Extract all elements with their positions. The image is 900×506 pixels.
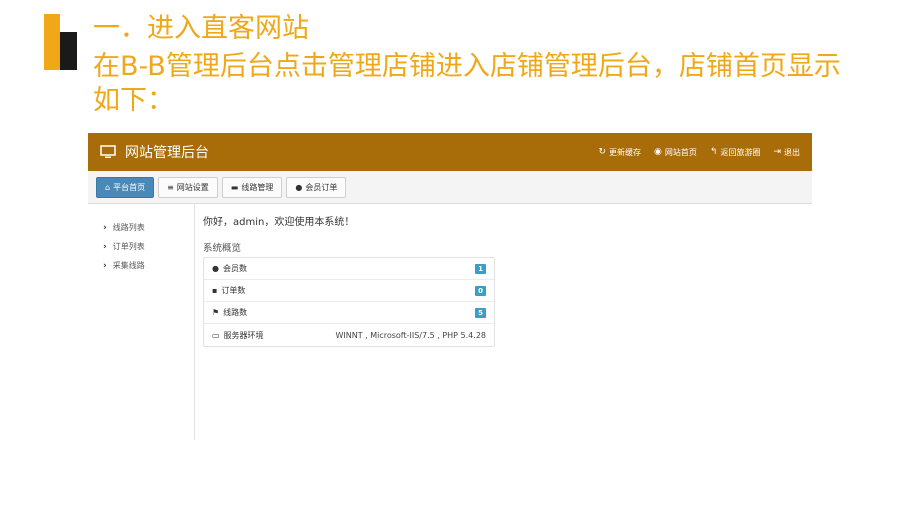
sidebar-item-order-list[interactable]: › 订单列表 — [88, 237, 194, 256]
stat-row-members: ● 会员数 1 — [204, 258, 494, 280]
sidebar: › 线路列表 › 订单列表 › 采集线路 — [88, 204, 195, 440]
refresh-cache-link[interactable]: ↻ 更新缓存 — [599, 147, 642, 158]
stat-row-routes: ⚑ 线路数 5 — [204, 302, 494, 324]
brand-title: 网站管理后台 — [125, 145, 209, 161]
count-badge: 5 — [475, 307, 486, 318]
tab-route-management-label: 线路管理 — [241, 182, 274, 192]
content-area: › 线路列表 › 订单列表 › 采集线路 你好，admin，欢迎使用本系统！ 系… — [88, 204, 812, 440]
tab-member-orders-label: 会员订单 — [305, 182, 338, 192]
tab-route-management[interactable]: ▬ 线路管理 — [221, 176, 283, 198]
sidebar-item-label: 线路列表 — [112, 223, 145, 232]
sidebar-item-route-list[interactable]: › 线路列表 — [88, 218, 194, 237]
tab-site-settings[interactable]: ≡ 网站设置 — [158, 176, 218, 198]
server-env-value: WINNT , Microsoft-IIS/7.5 , PHP 5.4.28 — [335, 330, 486, 340]
title-accent-bar — [44, 14, 60, 70]
welcome-message: 你好，admin，欢迎使用本系统！ — [203, 217, 355, 228]
user-icon: ● — [212, 264, 219, 273]
refresh-cache-label: 更新缓存 — [609, 147, 642, 157]
stat-label: 线路数 — [223, 308, 248, 317]
stat-label: 会员数 — [222, 264, 247, 273]
flag-icon: ⚑ — [212, 308, 220, 317]
sidebar-item-label: 订单列表 — [112, 242, 145, 251]
overview-title: 系统概览 — [203, 243, 242, 254]
stat-label: 订单数 — [221, 286, 246, 295]
brand[interactable]: 网站管理后台 — [100, 142, 209, 162]
folder-icon: ▬ — [230, 182, 239, 192]
cart-icon: ▪ — [212, 286, 218, 295]
back-to-circle-link[interactable]: ↰ 返回旅游圈 — [710, 147, 761, 158]
tab-site-settings-label: 网站设置 — [176, 182, 209, 192]
user-icon: ● — [295, 182, 303, 192]
monitor-icon: ▭ — [212, 330, 220, 340]
tab-platform-home-label: 平台首页 — [113, 182, 146, 192]
count-badge: 0 — [475, 285, 486, 296]
monitor-icon — [100, 145, 116, 158]
chevron-right-icon: › — [103, 241, 107, 252]
navbar-links: ↻ 更新缓存 ◉ 网站首页 ↰ 返回旅游圈 ⇥ 退出 — [586, 147, 801, 158]
slide-title: 一．进入直客网站 — [93, 13, 309, 44]
slide-description: 在B-B管理后台点击管理店铺进入店铺管理后台，店铺首页显示如下： — [93, 51, 841, 116]
tab-member-orders[interactable]: ● 会员订单 — [286, 176, 347, 198]
list-icon: ≡ — [167, 182, 174, 192]
site-home-link[interactable]: ◉ 网站首页 — [654, 147, 697, 158]
back-arrow-icon: ↰ — [709, 147, 718, 157]
stat-label: 服务器环境 — [223, 330, 264, 340]
top-navbar: 网站管理后台 ↻ 更新缓存 ◉ 网站首页 ↰ 返回旅游圈 ⇥ 退出 — [88, 133, 812, 171]
chevron-right-icon: › — [103, 222, 107, 233]
refresh-icon: ↻ — [598, 147, 607, 157]
back-to-circle-label: 返回旅游圈 — [720, 147, 761, 157]
admin-screenshot: 网站管理后台 ↻ 更新缓存 ◉ 网站首页 ↰ 返回旅游圈 ⇥ 退出 ⌂ 平台首页 — [88, 133, 812, 440]
logout-link[interactable]: ⇥ 退出 — [773, 147, 800, 158]
main-panel: 你好，admin，欢迎使用本系统！ 系统概览 ● 会员数 1 ▪ 订单数 0 ⚑… — [195, 204, 812, 440]
sidebar-item-label: 采集线路 — [112, 261, 145, 270]
chevron-right-icon: › — [103, 260, 107, 271]
site-home-label: 网站首页 — [664, 147, 697, 157]
home-icon: ⌂ — [105, 182, 111, 192]
tab-platform-home[interactable]: ⌂ 平台首页 — [96, 176, 155, 198]
stat-row-server-env: ▭ 服务器环境 WINNT , Microsoft-IIS/7.5 , PHP … — [204, 324, 494, 346]
main-toolbar: ⌂ 平台首页 ≡ 网站设置 ▬ 线路管理 ● 会员订单 — [88, 171, 812, 204]
overview-list: ● 会员数 1 ▪ 订单数 0 ⚑ 线路数 5 ▭ 服务器环境 WINNT , … — [203, 257, 495, 347]
stat-row-orders: ▪ 订单数 0 — [204, 280, 494, 302]
logout-icon: ⇥ — [773, 147, 781, 157]
globe-icon: ◉ — [654, 147, 662, 157]
logout-label: 退出 — [784, 147, 800, 157]
count-badge: 1 — [475, 263, 486, 274]
sidebar-item-collect-routes[interactable]: › 采集线路 — [88, 256, 194, 275]
title-accent-block — [60, 32, 77, 70]
